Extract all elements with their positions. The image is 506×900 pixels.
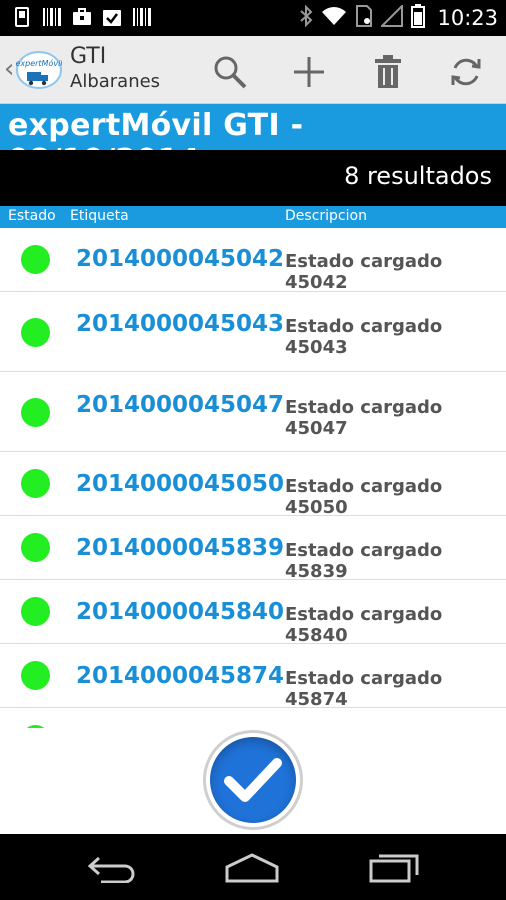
item-label: 2014000045839: [76, 535, 285, 561]
navigation-bar: [0, 834, 506, 900]
item-label: 2014000045043: [76, 311, 285, 337]
status-dot: [21, 245, 50, 274]
item-description: Estado cargado 45839: [285, 540, 443, 582]
status-dot: [21, 661, 50, 690]
delete-button[interactable]: [368, 52, 408, 92]
column-header: Estado Etiqueta Descripcion: [0, 206, 506, 228]
checkmark-icon: [224, 758, 282, 802]
item-description: Estado cargado 45874: [285, 668, 443, 710]
barcode-icon: [132, 7, 152, 27]
status-bar: 10:23: [0, 0, 506, 36]
item-description: Estado cargado 45050: [285, 476, 443, 518]
wifi-icon: [321, 6, 347, 30]
list-item[interactable]: 2014000045050 Estado cargado 45050: [0, 452, 506, 518]
confirm-button[interactable]: [203, 730, 303, 830]
search-button[interactable]: [210, 52, 250, 92]
checkbox-icon: [102, 7, 122, 27]
item-description: Estado cargado 45043: [285, 316, 443, 358]
trash-icon: [375, 55, 401, 88]
action-bar-title: GTI: [70, 44, 107, 69]
item-label: 2014000045874: [76, 663, 285, 689]
logo-text: expertMóvil: [16, 58, 62, 68]
barcode-icon: [42, 7, 62, 27]
sim-icon: [355, 5, 373, 31]
action-bar: ‹ expertMóvil GTI Albaranes: [0, 36, 506, 104]
status-time: 10:23: [437, 6, 498, 30]
status-dot: [21, 318, 50, 347]
results-bar: 8 resultados: [0, 150, 506, 206]
item-description: Estado cargado 45047: [285, 397, 443, 439]
status-dot: [21, 469, 50, 498]
list-item[interactable]: 2014000045043 Estado cargado 45043: [0, 292, 506, 372]
column-etiqueta: Etiqueta: [70, 208, 129, 224]
recent-apps-button[interactable]: [364, 848, 424, 888]
list-item[interactable]: 2014000045840 Estado cargado 45840: [0, 580, 506, 646]
recent-apps-icon: [369, 854, 419, 883]
list-item[interactable]: 2014000045047 Estado cargado 45047: [0, 372, 506, 452]
refresh-icon: [451, 58, 481, 86]
page-header: expertMóvil GTI - 08/10/2014: [0, 104, 506, 178]
list-item[interactable]: [0, 708, 506, 728]
list-item[interactable]: 2014000045042 Estado cargado 45042: [0, 228, 506, 293]
list-item[interactable]: 2014000045874 Estado cargado 45874: [0, 644, 506, 710]
search-icon: [214, 56, 247, 89]
back-icon: [87, 856, 135, 883]
item-label: 2014000045050: [76, 471, 285, 497]
status-dot: [21, 725, 50, 728]
results-count: 8 resultados: [344, 162, 492, 190]
item-label: 2014000045840: [76, 599, 285, 625]
action-bar-subtitle: Albaranes: [70, 71, 161, 92]
home-button[interactable]: [222, 848, 282, 888]
column-estado: Estado: [8, 208, 56, 224]
item-description: Estado cargado 45840: [285, 604, 443, 646]
bluetooth-icon: [299, 4, 313, 31]
add-button[interactable]: [289, 52, 329, 92]
item-label: 2014000045042: [76, 246, 285, 272]
briefcase-icon: [72, 7, 92, 27]
item-label: 2014000045047: [76, 392, 285, 418]
item-description: Estado cargado 45042: [285, 251, 443, 293]
list-item[interactable]: 2014000045839 Estado cargado 45839: [0, 516, 506, 582]
column-descripcion: Descripcion: [285, 208, 367, 224]
signal-icon: [380, 3, 404, 31]
battery-icon: [411, 4, 426, 32]
status-dot: [21, 398, 50, 427]
back-button[interactable]: [83, 848, 143, 888]
app-logo[interactable]: expertMóvil: [15, 48, 63, 92]
up-caret-icon[interactable]: ‹: [4, 54, 14, 84]
status-dot: [21, 533, 50, 562]
status-dot: [21, 597, 50, 626]
refresh-button[interactable]: [446, 52, 486, 92]
phone-icon: [12, 7, 32, 27]
home-icon: [225, 853, 279, 883]
add-icon: [294, 57, 324, 87]
results-list[interactable]: 2014000045042 Estado cargado 45042 20140…: [0, 228, 506, 728]
